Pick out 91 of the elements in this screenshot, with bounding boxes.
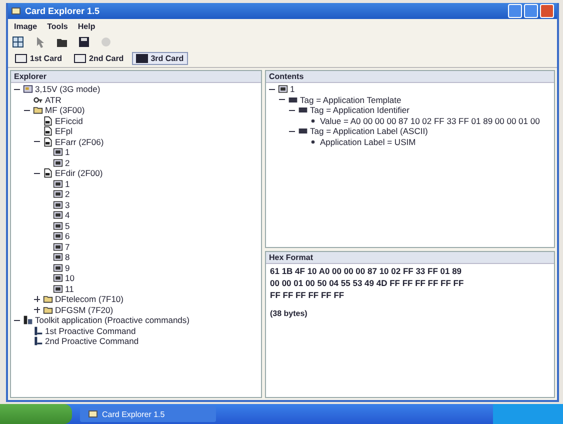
record-icon [53,158,63,168]
command-icon [33,336,43,346]
tag-icon [298,105,308,116]
tag-icon [298,126,308,136]
tree-item[interactable]: 7 [65,242,70,252]
record-icon [53,147,63,158]
tree-item[interactable]: 2nd Proactive Command [45,336,139,346]
tree-item[interactable]: ATR [45,94,62,105]
expand-icon[interactable] [33,295,41,304]
tree-item[interactable]: EFiccid [55,116,83,126]
card-icon [74,54,86,63]
hex-line: 00 00 01 00 50 04 55 53 49 4D FF FF FF FF FF FF [269,277,465,288]
record-icon [53,220,63,231]
menu-item[interactable]: Image [14,22,38,31]
card-button[interactable]: 3rd Card [132,52,188,65]
taskbar-button[interactable]: Card Explorer 1.5 [80,406,216,422]
minimize-button[interactable] [508,4,522,18]
tree-item[interactable]: 8 [65,252,70,262]
window-title: Card Explorer 1.5 [25,6,100,16]
chip-card-icon [23,84,33,94]
pane-title: Contents [266,71,554,83]
folder-icon [43,294,53,304]
command-icon [33,326,43,336]
file-icon [43,168,53,178]
folder-icon[interactable] [56,36,68,48]
tree-item[interactable]: 9 [65,262,70,273]
menu-item[interactable]: Help [78,22,96,31]
record-icon [53,262,63,273]
tree-item[interactable]: 3 [65,200,70,210]
card-button[interactable]: 2nd Card [70,52,128,65]
system-tray [493,404,563,424]
card-icon [15,54,27,63]
card-icon [88,409,98,419]
save-icon[interactable] [78,36,90,48]
card-icon [11,6,21,16]
tree-item[interactable]: 5 [65,220,70,231]
card-icon [136,54,148,63]
pointer-icon[interactable] [34,36,46,48]
record-icon [53,210,63,220]
tree-item[interactable]: MF (3F00) [45,105,85,116]
tree-item[interactable]: 1 [290,84,295,94]
application-icon [23,315,33,326]
pane-title: Hex Format [266,252,554,264]
tree-item[interactable]: Toolkit application (Proactive commands) [35,315,190,326]
tree-item[interactable]: EFpl [55,126,72,136]
record-icon [278,84,288,94]
hex-line: 61 1B 4F 10 A0 00 00 00 87 10 02 FF 33 FF 01 89 [269,265,463,276]
tree-item[interactable]: EFarr (2F06) [55,136,104,147]
tree-item[interactable]: Value = A0 00 00 00 87 10 02 FF 33 FF 01 89 00 00 01 00 [320,116,540,126]
tree-item[interactable]: Tag = Application Identifier [310,105,410,116]
hex-line: FF FF FF FF FF FF [269,289,346,300]
tree-item[interactable]: 11 [65,284,74,294]
record-icon [53,242,63,252]
tree-item[interactable]: Tag = Application Template [300,94,402,105]
record-icon [53,284,63,294]
tree-item[interactable]: 6 [65,231,70,242]
file-icon [43,126,53,136]
record-icon [53,200,63,210]
tree-item[interactable]: 4 [65,210,70,220]
record-icon [53,189,63,200]
maximize-button[interactable] [524,4,538,18]
pane-title: Explorer [11,71,261,83]
tree-item[interactable]: DFtelecom (7F10) [55,294,124,304]
tree-item[interactable]: Application Label = USIM [320,136,416,147]
tree-item[interactable]: EFdir (2F00) [55,168,103,178]
close-button[interactable] [540,4,554,18]
byte-count: (38 bytes) [269,308,308,320]
tree-item[interactable]: 1st Proactive Command [45,326,136,336]
file-icon [43,136,53,147]
expand-icon[interactable] [33,306,41,314]
card-button[interactable]: 1st Card [11,52,66,65]
start-button[interactable] [0,404,72,424]
tree-item[interactable]: 3,15V (3G mode) [35,84,100,94]
menu-item[interactable]: Tools [47,22,68,31]
tree-item[interactable]: 2 [65,189,70,200]
key-icon [33,94,43,105]
tree-item[interactable]: Tag = Application Label (ASCII) [310,126,428,136]
file-icon [43,116,53,126]
folder-icon [43,304,53,315]
folder-icon [33,105,43,116]
tag-icon [288,94,298,105]
record-icon [53,231,63,242]
tree-item[interactable]: DFGSM (7F20) [55,304,114,315]
tree-item[interactable]: 2 [65,158,70,168]
grid-icon[interactable] [12,36,24,48]
record-icon [53,273,63,284]
record-icon [53,178,63,189]
record-icon [53,252,63,262]
tree-item[interactable]: 1 [65,178,70,189]
tree-item[interactable]: 10 [65,273,74,284]
tree-item[interactable]: 1 [65,147,70,158]
